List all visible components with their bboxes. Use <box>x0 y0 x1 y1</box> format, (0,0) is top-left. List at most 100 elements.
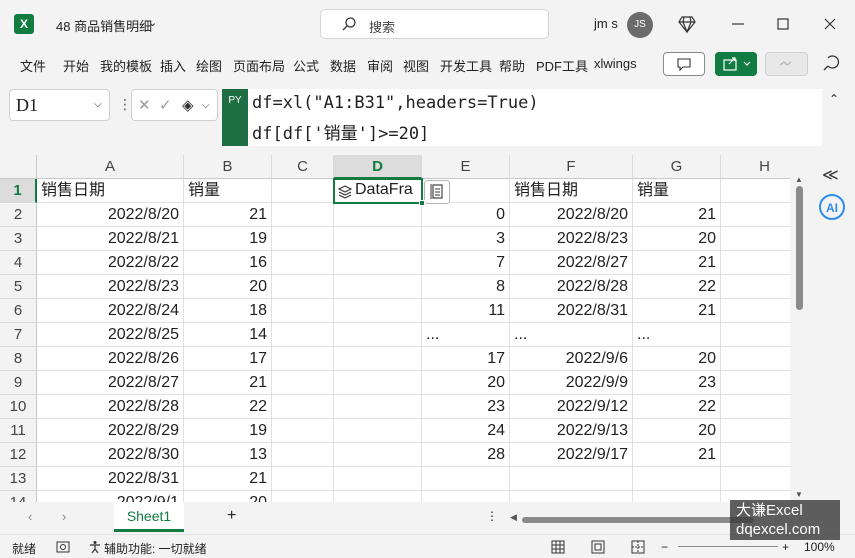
cell[interactable] <box>334 467 422 491</box>
column-header-f[interactable]: F <box>510 155 633 179</box>
cell[interactable] <box>721 251 790 275</box>
tab-page-layout[interactable]: 页面布局 <box>233 56 285 75</box>
page-layout-icon[interactable] <box>591 540 605 554</box>
cell[interactable] <box>272 323 334 347</box>
cell[interactable] <box>272 419 334 443</box>
page-break-icon[interactable] <box>631 540 645 554</box>
cell[interactable]: 2022/8/26 <box>37 347 184 371</box>
result-cell[interactable]: 2022/9/12 <box>510 395 633 419</box>
result-cell[interactable]: 20 <box>633 227 721 251</box>
result-cell[interactable]: 21 <box>633 203 721 227</box>
result-cell[interactable] <box>633 467 721 491</box>
cell[interactable] <box>334 491 422 502</box>
cell[interactable]: 13 <box>184 443 272 467</box>
row-header-4[interactable]: 4 <box>0 251 37 275</box>
result-cell[interactable] <box>422 467 510 491</box>
cell[interactable] <box>721 203 790 227</box>
row-header-2[interactable]: 2 <box>0 203 37 227</box>
cell[interactable]: 2022/8/22 <box>37 251 184 275</box>
cell[interactable] <box>272 491 334 502</box>
fill-handle[interactable] <box>419 200 425 206</box>
more-options-icon[interactable]: ⋮ <box>486 509 498 523</box>
cell[interactable]: 2022/8/24 <box>37 299 184 323</box>
row-header-9[interactable]: 9 <box>0 371 37 395</box>
user-name[interactable]: jm s <box>594 16 618 31</box>
zoom-level[interactable]: 100% <box>804 540 835 554</box>
tab-data[interactable]: 数据 <box>330 56 356 75</box>
result-cell[interactable]: 7 <box>422 251 510 275</box>
cell[interactable] <box>272 275 334 299</box>
document-title[interactable]: 48 商品销售明细 <box>56 16 152 35</box>
name-box[interactable]: D1 ⌵ <box>9 89 110 121</box>
result-cell[interactable]: 2022/9/13 <box>510 419 633 443</box>
formula-input[interactable]: df=xl("A1:B31",headers=True) df[df['销量']… <box>248 89 822 146</box>
cell[interactable] <box>272 347 334 371</box>
cell[interactable]: 19 <box>184 227 272 251</box>
cell[interactable]: 21 <box>184 467 272 491</box>
column-header-e[interactable]: E <box>422 155 510 179</box>
cell[interactable] <box>721 323 790 347</box>
chevron-down-icon[interactable]: ⌄ <box>148 16 157 29</box>
close-icon[interactable] <box>820 14 840 34</box>
card-view-button[interactable] <box>424 180 450 204</box>
cell[interactable] <box>272 251 334 275</box>
row-header-5[interactable]: 5 <box>0 275 37 299</box>
tab-file[interactable]: 文件 <box>20 56 46 75</box>
cell[interactable] <box>721 419 790 443</box>
result-cell[interactable]: 21 <box>633 251 721 275</box>
tab-help[interactable]: 帮助 <box>499 56 525 75</box>
chevron-up-icon[interactable]: ⌃ <box>829 92 839 106</box>
cell[interactable]: 2022/8/21 <box>37 227 184 251</box>
result-cell[interactable]: 22 <box>633 275 721 299</box>
maximize-icon[interactable] <box>773 14 793 34</box>
check-icon[interactable]: ✓ <box>159 96 172 114</box>
collapse-pane-icon[interactable]: ≪ <box>822 165 839 185</box>
result-cell[interactable]: 2022/9/17 <box>510 443 633 467</box>
cell[interactable] <box>721 467 790 491</box>
prev-sheet-icon[interactable]: ‹ <box>28 509 32 524</box>
cell[interactable] <box>334 371 422 395</box>
cell[interactable]: 2022/9/1 <box>37 491 184 502</box>
accessibility-icon[interactable] <box>88 540 102 554</box>
result-cell[interactable]: 17 <box>422 347 510 371</box>
row-header-13[interactable]: 13 <box>0 467 37 491</box>
horizontal-scroll-thumb[interactable] <box>522 517 754 523</box>
copilot-icon[interactable] <box>820 54 840 74</box>
cell[interactable]: 2022/8/31 <box>37 467 184 491</box>
result-cell[interactable]: 2022/8/28 <box>510 275 633 299</box>
spreadsheet-grid[interactable]: A B C D E F G H 1 2 3 4 5 6 7 8 9 10 11 … <box>0 155 790 502</box>
column-header-a[interactable]: A <box>37 155 184 179</box>
cell[interactable] <box>334 395 422 419</box>
tab-home[interactable]: 开始 <box>63 56 89 75</box>
row-header-1[interactable]: 1 <box>0 179 37 203</box>
cell[interactable] <box>721 179 790 203</box>
cell[interactable] <box>272 443 334 467</box>
result-cell[interactable] <box>633 491 721 502</box>
result-cell[interactable]: 2022/8/20 <box>510 203 633 227</box>
cell[interactable]: 22 <box>184 395 272 419</box>
layers-icon[interactable]: ◈ <box>182 96 194 114</box>
chevron-down-icon[interactable]: ⌵ <box>94 99 102 110</box>
tab-insert[interactable]: 插入 <box>160 56 186 75</box>
cell[interactable]: 18 <box>184 299 272 323</box>
chevron-down-icon[interactable]: ⌵ <box>202 100 210 111</box>
result-cell[interactable]: 22 <box>633 395 721 419</box>
result-cell[interactable]: ... <box>422 323 510 347</box>
cell[interactable]: 2022/8/30 <box>37 443 184 467</box>
cell[interactable]: 14 <box>184 323 272 347</box>
cell[interactable] <box>272 227 334 251</box>
result-cell[interactable]: 0 <box>422 203 510 227</box>
avatar[interactable]: JS <box>627 12 653 38</box>
row-header-10[interactable]: 10 <box>0 395 37 419</box>
result-cell[interactable]: 21 <box>633 443 721 467</box>
tab-xlwings[interactable]: xlwings <box>594 56 637 71</box>
result-cell[interactable]: 20 <box>633 347 721 371</box>
result-cell[interactable]: 3 <box>422 227 510 251</box>
cell[interactable]: 2022/8/29 <box>37 419 184 443</box>
cancel-icon[interactable]: ✕ <box>138 96 151 114</box>
result-cell[interactable]: ... <box>633 323 721 347</box>
zoom-out-icon[interactable]: − <box>661 540 668 554</box>
table-header[interactable]: 销量 <box>633 179 721 203</box>
cell[interactable]: 19 <box>184 419 272 443</box>
zoom-slider[interactable] <box>678 546 778 547</box>
